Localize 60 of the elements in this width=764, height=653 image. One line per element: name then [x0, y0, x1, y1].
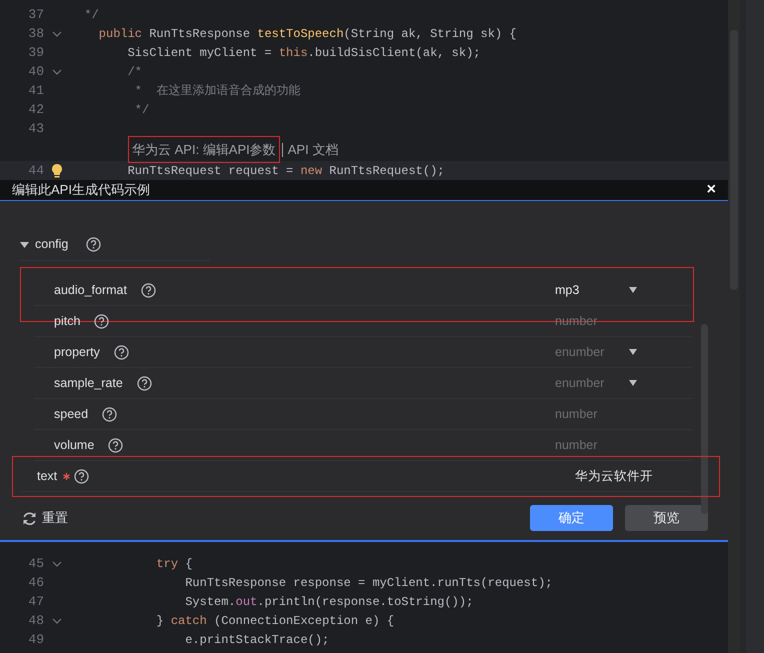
code-line: } catch (ConnectionException e) {: [155, 612, 394, 630]
help-icon[interactable]: [140, 282, 156, 298]
help-icon[interactable]: [86, 237, 102, 252]
close-button[interactable]: ×: [706, 182, 716, 198]
dropdown-field[interactable]: mp3: [555, 278, 637, 302]
line-number: 46: [27, 574, 44, 592]
help-icon[interactable]: [94, 314, 110, 329]
codelens-link[interactable]: 华为云 API: 编辑API参数: [128, 136, 280, 164]
line-number: 39: [27, 44, 44, 62]
code-line: */: [83, 6, 99, 24]
param-name: sample_rate: [54, 374, 123, 392]
confirm-button[interactable]: 确定: [530, 505, 613, 532]
param-name: speed: [54, 406, 88, 423]
code-line: /*: [126, 64, 142, 80]
dialog-title: 编辑此API生成代码示例: [12, 181, 150, 200]
help-icon[interactable]: [114, 344, 129, 360]
dropdown-caret-icon: [629, 349, 637, 356]
help-icon[interactable]: [108, 438, 124, 453]
code-line: e.printStackTrace();: [184, 632, 330, 648]
refresh-icon: [22, 510, 37, 526]
code-line: * 在这里添加语音合成的功能: [134, 82, 300, 100]
help-icon[interactable]: [102, 406, 118, 422]
input-field[interactable]: 华为云软件开: [575, 464, 675, 488]
code-line: public RunTtsResponse testToSpeech(String ak, String sk) {: [98, 26, 516, 42]
fold-chevron-icon[interactable]: [52, 30, 62, 36]
reset-button[interactable]: 重置: [22, 508, 68, 528]
expand-caret-icon[interactable]: [20, 240, 29, 250]
param-name: volume: [54, 436, 94, 454]
param-name: property: [54, 344, 100, 361]
line-number: 42: [27, 100, 44, 119]
code-line: RunTtsResponse response = myClient.runTts(request);: [184, 574, 552, 592]
line-number: 47: [27, 592, 44, 611]
code-line: RunTtsRequest request = new RunTtsRequest();: [126, 162, 444, 180]
line-number: 43: [27, 120, 44, 138]
line-number: 49: [27, 630, 44, 649]
help-icon[interactable]: [74, 468, 90, 484]
line-number: 40: [27, 62, 44, 81]
code-line: */: [134, 102, 150, 118]
line-number: 44: [27, 162, 44, 180]
dropdown-caret-icon: [629, 287, 637, 294]
scrollbar[interactable]: [701, 324, 708, 514]
fold-chevron-icon[interactable]: [52, 68, 62, 74]
help-icon[interactable]: [136, 376, 152, 391]
line-number: 48: [27, 612, 44, 630]
param-name: text: [37, 468, 58, 485]
line-number: 38: [27, 24, 44, 43]
dropdown-caret-icon: [629, 380, 637, 386]
fold-chevron-icon[interactable]: [52, 560, 62, 566]
fold-chevron-icon[interactable]: [52, 618, 62, 624]
group-label: config: [35, 236, 68, 254]
line-number: 37: [27, 6, 44, 24]
code-line: SisClient myClient = this.buildSisClient(ak, sk);: [126, 44, 480, 62]
code-line: System.out.println(response.toString());: [184, 594, 474, 610]
preview-button[interactable]: 预览: [625, 505, 708, 532]
line-number: 41: [27, 82, 44, 100]
line-number: 45: [27, 554, 44, 573]
param-name: audio_format: [54, 282, 127, 299]
lightbulb-icon[interactable]: [51, 163, 63, 178]
code-line: try {: [155, 556, 192, 572]
codelens-link[interactable]: API 文档: [284, 140, 342, 160]
